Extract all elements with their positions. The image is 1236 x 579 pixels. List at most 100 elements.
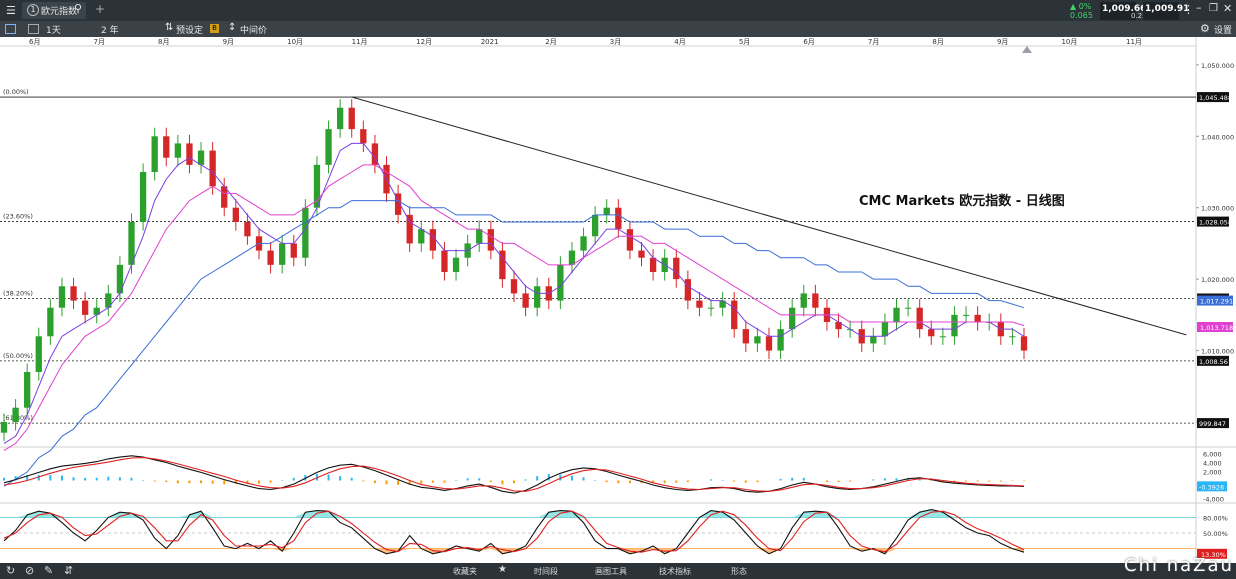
candle-body (12, 407, 19, 422)
x-tick-label: 6月 (803, 38, 814, 46)
candle-body (418, 229, 425, 244)
candle-body (754, 336, 761, 344)
bottom-toolbar: ↻ ⊘ ✎ ⇵ 收藏夹 ★ 时间段 画图工具 技术指标 形态 (0, 563, 1236, 579)
candle-body (476, 229, 483, 244)
tab-instrument[interactable]: 1 欧元指数 ⚲ (22, 2, 86, 19)
layout-icon[interactable] (28, 24, 39, 34)
price-type-select[interactable]: 中间价 (240, 23, 267, 36)
menu-icon[interactable]: ☰ (6, 4, 16, 17)
x-tick-label: 2月 (545, 38, 556, 46)
candle-body (81, 300, 89, 315)
candle-body (707, 307, 715, 309)
candle-body (429, 229, 437, 251)
candle-body (603, 207, 610, 215)
x-tick-label: 7月 (868, 38, 879, 46)
favorites-button[interactable]: 收藏夹 (453, 566, 477, 577)
add-tab-icon[interactable]: + (95, 2, 105, 16)
settings-icon[interactable]: ⚙ (1200, 22, 1210, 35)
candle-body (870, 336, 877, 344)
ma-value-tag-text: 1,013.718 (1200, 324, 1233, 332)
candle-body (742, 329, 749, 344)
candle-body (24, 372, 31, 408)
candle-body (881, 322, 889, 337)
fib-price-tag-text: 999.847 (1199, 420, 1226, 428)
star-icon[interactable]: ★ (498, 564, 507, 575)
candle-body (522, 293, 529, 308)
candle-body (928, 329, 935, 337)
pencil-icon[interactable]: ✎ (44, 564, 53, 577)
candle-body (197, 150, 205, 165)
candle-body (209, 150, 216, 187)
restore-icon[interactable]: ❐ (1209, 3, 1218, 14)
ma-value-tag-text: 1,017.291 (1200, 298, 1233, 306)
candle-body (800, 293, 807, 308)
price-type-icon[interactable]: ↕ (228, 22, 236, 33)
overflow-menu-icon[interactable]: ⋮ (1183, 3, 1194, 16)
fib-level-label: (50.00%) (3, 352, 33, 360)
drawing-tools-button[interactable]: 画图工具 (595, 566, 627, 577)
candle-body (962, 314, 970, 316)
candle-body (302, 207, 309, 258)
candle-body (893, 307, 900, 322)
candle-body (916, 307, 923, 330)
candle-body (348, 107, 355, 130)
preset-icon[interactable]: ⇅ (165, 22, 173, 33)
candle-body (765, 336, 773, 351)
ask-price[interactable]: 1,009.91 (1143, 2, 1189, 20)
minimize-icon[interactable]: – (1196, 1, 1202, 14)
candle-body (1020, 336, 1028, 351)
fib-level-label: (23.60%) (3, 213, 33, 221)
settings-button[interactable]: 设置 (1214, 23, 1232, 36)
magnet-icon[interactable]: ⇵ (64, 564, 73, 577)
candle-body (777, 329, 784, 351)
candle-body (557, 264, 564, 301)
period-select[interactable]: 1天 (46, 23, 61, 36)
candle-body (279, 243, 286, 265)
candle-body (406, 214, 413, 244)
macd-value-tag-text: -0.3926 (1199, 483, 1224, 491)
macd-y-tick-label: 6,000 (1203, 451, 1222, 459)
preset-button[interactable]: 预设定 (176, 23, 203, 36)
candle-body (139, 172, 147, 222)
refresh-icon[interactable]: ↻ (6, 564, 15, 577)
fib-price-tag-text: 1,045.488 (1199, 94, 1232, 102)
fib-level-label: (0.00%) (3, 88, 29, 96)
x-tick-label: 12月 (416, 38, 432, 46)
timeframe-button[interactable]: 时间段 (534, 566, 558, 577)
fib-level-label: (38.20%) (3, 289, 33, 297)
candle-body (731, 300, 738, 330)
candle-body (580, 236, 587, 251)
candle-body (904, 307, 912, 309)
candle-body (649, 257, 657, 272)
candle-body (244, 222, 251, 237)
range-select[interactable]: 2 年 (101, 23, 119, 36)
x-tick-label: 6月 (29, 38, 40, 46)
candle-body (487, 229, 494, 251)
quote-change: ▲ 0% 0.065 (1070, 2, 1098, 20)
candle-body (1009, 336, 1016, 338)
price-badge-icon[interactable]: B (210, 24, 219, 33)
x-tick-label: 11月 (1126, 38, 1142, 46)
candle-body (232, 207, 239, 222)
candle-body (174, 143, 182, 158)
indicators-button[interactable]: 技术指标 (659, 566, 691, 577)
patterns-button[interactable]: 形态 (731, 566, 747, 577)
candle-body (58, 286, 66, 308)
chart-area[interactable]: CMC Markets 欧元指数 - 日线图 6月 7月 8月 9月 10月 11月 12月… (0, 37, 1236, 563)
candle-body (939, 336, 947, 338)
search-icon[interactable]: ⚲ (74, 2, 82, 15)
candle-body (0, 422, 8, 433)
candle-body (441, 250, 448, 272)
close-icon[interactable]: ✕ (1223, 2, 1232, 15)
hide-icon[interactable]: ⊘ (25, 564, 34, 577)
candle-body (151, 136, 158, 172)
candle-body (267, 250, 274, 265)
x-tick-label: 4月 (674, 38, 685, 46)
x-tick-label: 9月 (997, 38, 1008, 46)
candle-body (510, 279, 518, 294)
chart-type-icon[interactable] (5, 24, 16, 34)
candle-body (336, 107, 344, 130)
x-tick-label: 8月 (158, 38, 169, 46)
y-tick-label: 1,030.000 (1201, 205, 1234, 213)
fib-price-tag-text: 1,008.561 (1199, 358, 1232, 366)
